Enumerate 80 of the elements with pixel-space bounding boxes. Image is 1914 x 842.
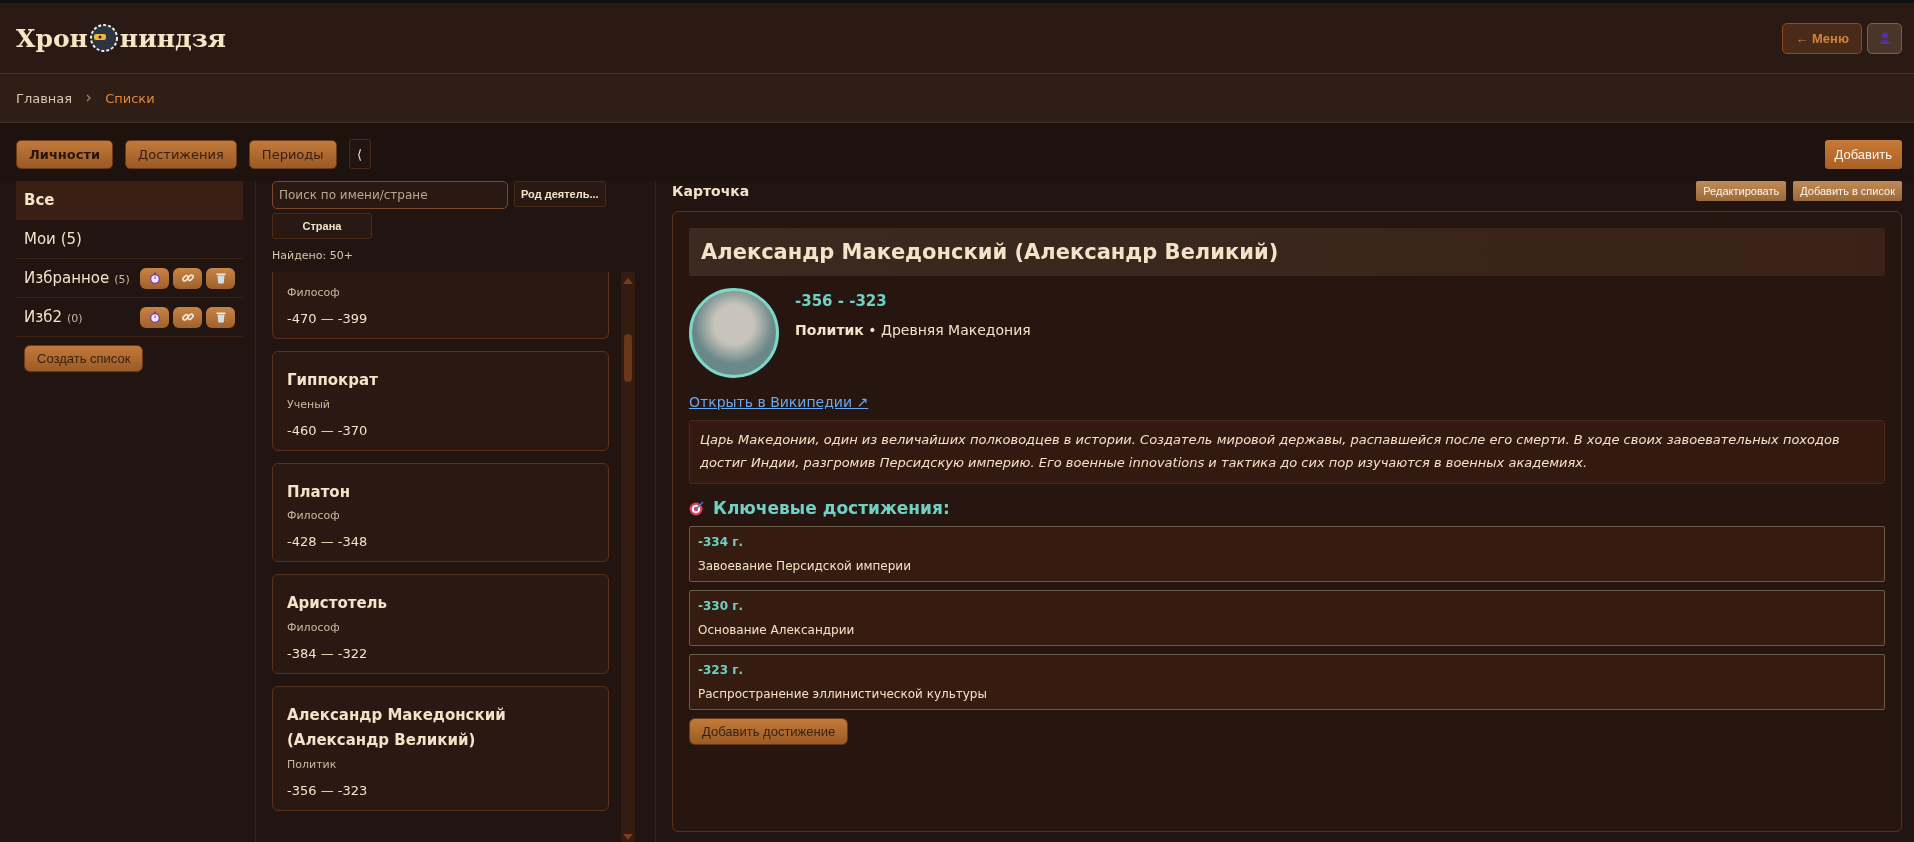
list-count: (0): [67, 312, 83, 325]
add-achievement-button[interactable]: Добавить достижение: [689, 717, 849, 745]
achievement-year: -334 г.: [698, 534, 745, 549]
list-count: (5): [114, 273, 130, 286]
timer-button[interactable]: [140, 306, 169, 328]
filter-dropdown[interactable]: Страна: [272, 213, 372, 239]
person-title: Александр Македонский (Александр Великий): [689, 228, 1885, 276]
wikipedia-link[interactable]: Открыть в Википедии ↗: [689, 394, 869, 410]
person-card[interactable]: Платон Философ -428 — -348: [272, 462, 609, 562]
person-name: Аристотель: [287, 593, 389, 614]
link-icon: [181, 272, 194, 284]
link-icon: [181, 311, 194, 323]
person-name: Платон: [287, 481, 352, 503]
person-role: Ученый: [287, 397, 331, 411]
list-item[interactable]: Изб2 (0): [16, 298, 243, 337]
delete-button[interactable]: [206, 306, 235, 328]
link-button[interactable]: [173, 306, 202, 328]
list-name: Мои (5): [24, 230, 82, 248]
logo-text: ниндзя: [119, 23, 227, 53]
breadcrumb-link[interactable]: Списки: [105, 90, 155, 106]
add-button[interactable]: Добавить: [1824, 139, 1902, 169]
section-title: Ключевые достижения:: [713, 497, 950, 518]
target-icon: [689, 499, 705, 516]
person-role: Философ: [287, 286, 341, 299]
achievement-text: Основание Александрии: [698, 622, 856, 637]
chevron-icon: [86, 94, 92, 102]
person-years: -460 — -370: [287, 422, 369, 438]
person-card[interactable]: Александр Македонский (Александр Великий) Политик -356 — -323: [272, 685, 609, 811]
stopwatch-icon: [148, 272, 161, 284]
trash-icon: [214, 311, 227, 323]
logo-text: Хрон: [16, 23, 88, 53]
user-icon: [1878, 32, 1891, 44]
collapse-button[interactable]: ⟨: [348, 139, 371, 169]
person-role: Политик: [287, 757, 338, 771]
tab[interactable]: Личности: [16, 139, 114, 169]
ninja-logo-icon: [88, 23, 119, 53]
achievement-text: Завоевание Персидской империи: [698, 558, 912, 573]
list-name: Все: [24, 191, 55, 209]
person-years: -428 — -348: [287, 534, 369, 549]
stopwatch-icon: [148, 311, 161, 323]
scrollbar[interactable]: [621, 272, 635, 842]
trash-icon: [214, 272, 227, 284]
delete-button[interactable]: [206, 267, 235, 289]
achievement-year: -330 г.: [698, 598, 745, 613]
card-action-button[interactable]: Редактировать: [1696, 181, 1787, 201]
list-item[interactable]: Мои (5): [16, 220, 243, 259]
list-name: Изб2: [24, 308, 62, 326]
breadcrumb-link[interactable]: Главная: [16, 90, 73, 106]
card-action-button[interactable]: Добавить в список: [1793, 181, 1902, 201]
person-role: Философ: [287, 620, 341, 634]
person-card[interactable]: Гиппократ Ученый -460 — -370: [272, 351, 609, 451]
person-years: -384 — -322: [287, 645, 369, 661]
search-field[interactable]: Поиск по имени/стране: [272, 181, 508, 209]
person-years: -356 - -323: [795, 292, 888, 310]
tab[interactable]: Достижения: [125, 139, 237, 169]
panel-title: Карточка: [672, 183, 750, 199]
timer-button[interactable]: [140, 267, 169, 289]
person-years: -470 — -399: [287, 311, 369, 326]
list-name: Избранное: [24, 269, 110, 287]
person-name: Гиппократ: [287, 370, 379, 391]
person-role: Философ: [287, 509, 341, 522]
person-years: -356 — -323: [287, 782, 369, 798]
list-item[interactable]: Избранное (5): [16, 259, 243, 298]
person-card[interactable]: Аристотель Философ -384 — -322: [272, 574, 609, 674]
result-count: Найдено: 50+: [272, 249, 354, 262]
person-card[interactable]: Философ -470 — -399: [272, 272, 609, 339]
user-button[interactable]: [1867, 22, 1902, 54]
list-item[interactable]: Все: [16, 181, 243, 220]
description: Царь Македонии, один из величайших полководцев в истории. Создатель мировой державы, распавшейся после его смерти. В ходе своих завоевательных походов достиг Индии, разгромив Персидскую империю. Его военные innovations и тактика до сих пор изучаются в военных академиях.: [689, 420, 1885, 484]
scrollbar-thumb[interactable]: [624, 334, 632, 382]
person-name: Александр Македонский (Александр Великий): [287, 704, 507, 751]
create-list-button[interactable]: Создать список: [24, 345, 144, 372]
link-button[interactable]: [173, 267, 202, 289]
menu-button[interactable]: ← Меню: [1782, 22, 1862, 54]
scroll-up-icon: [623, 278, 633, 284]
achievement-text: Распространение эллинистической культуры: [698, 686, 988, 701]
filter-dropdown[interactable]: Род деятель...: [514, 181, 606, 207]
scroll-down-icon: [623, 834, 633, 840]
role-and-country: Политик • Древняя Македония: [795, 322, 1031, 338]
achievement-year: -323 г.: [698, 662, 745, 677]
